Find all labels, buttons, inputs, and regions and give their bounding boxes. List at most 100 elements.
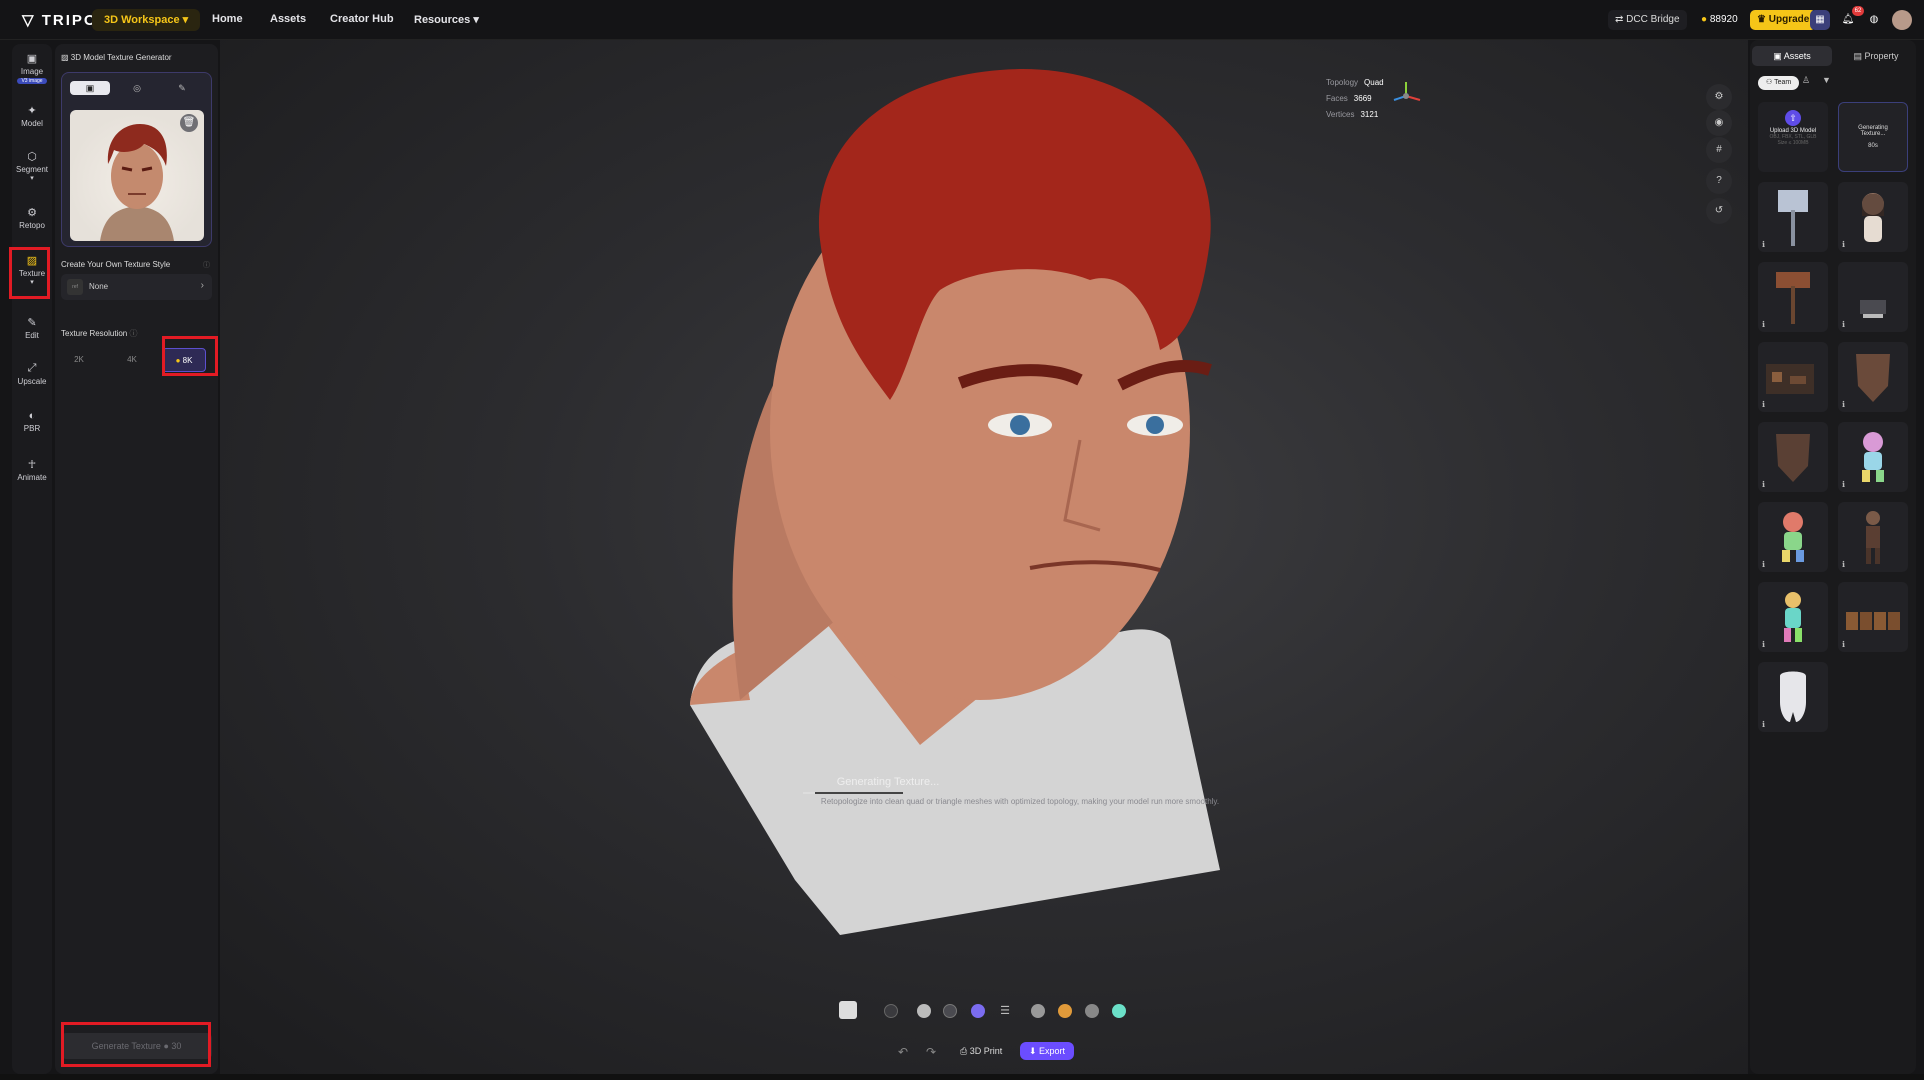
info-icon[interactable]: ℹ xyxy=(1762,480,1765,489)
draw-input-tab[interactable]: ✎ xyxy=(162,81,202,95)
asset-thumb-tooth[interactable]: ℹ xyxy=(1758,662,1828,732)
nav-assets[interactable]: Assets xyxy=(270,13,306,25)
info-icon[interactable]: ℹ xyxy=(1842,480,1845,489)
image-icon: ▣ xyxy=(26,53,38,65)
asset-thumb-toy-bear[interactable]: ℹ xyxy=(1838,422,1908,492)
tool-upscale[interactable]: ⤢ Upscale xyxy=(14,362,50,386)
tool-image-badge: V3 image xyxy=(17,78,47,84)
light-icon[interactable] xyxy=(1058,1004,1072,1018)
asset-thumb-barrels[interactable]: ℹ xyxy=(1838,582,1908,652)
team-filter[interactable]: ⚇ Team xyxy=(1758,76,1800,90)
tool-model[interactable]: ✦ Model xyxy=(14,104,50,128)
info-icon[interactable]: ℹ xyxy=(1842,640,1845,649)
color-icon[interactable] xyxy=(1112,1004,1126,1018)
settings-icon[interactable]: ⚙ xyxy=(1706,84,1732,110)
filter-icon[interactable]: ▼ xyxy=(1822,75,1831,85)
info-icon[interactable]: ℹ xyxy=(1842,240,1845,249)
vertices-stat: Vertices 3121 xyxy=(1326,110,1378,119)
asset-thumb-girl[interactable]: ℹ xyxy=(1838,182,1908,252)
export-button[interactable]: ⬇ Export xyxy=(1020,1042,1074,1060)
grid-icon[interactable]: # xyxy=(1706,137,1732,163)
tool-segment[interactable]: ⬡ Segment ▾ xyxy=(14,150,50,182)
nav-home[interactable]: Home xyxy=(212,13,243,25)
person-icon[interactable]: ♙ xyxy=(1802,75,1810,86)
upload-model-card[interactable]: ⇧ Upload 3D Model OBJ, FBX, STL, GLB Siz… xyxy=(1758,102,1828,172)
model-preview[interactable] xyxy=(220,40,1748,1074)
asset-thumb-axe[interactable]: ℹ xyxy=(1758,262,1828,332)
matcap-icon[interactable] xyxy=(1031,1004,1045,1018)
topology-value: Quad xyxy=(1364,78,1384,87)
asset-thumb-toy-3[interactable]: ℹ xyxy=(1758,582,1828,652)
face-thumb-icon[interactable] xyxy=(839,1001,857,1019)
3d-print-label: 3D Print xyxy=(969,1046,1003,1056)
upload-icon: ⇧ xyxy=(1785,110,1801,126)
info-icon[interactable]: ℹ xyxy=(1762,720,1765,729)
normal-icon[interactable] xyxy=(971,1004,985,1018)
resolution-4k[interactable]: 4K xyxy=(110,348,154,372)
asset-thumb-warrior[interactable]: ℹ xyxy=(1838,502,1908,572)
info-icon[interactable]: ℹ xyxy=(1842,320,1845,329)
tool-animate[interactable]: ☥ Animate xyxy=(14,458,50,482)
upgrade-label: Upgrade xyxy=(1768,14,1810,25)
history-icon[interactable]: ↺ xyxy=(1706,198,1732,224)
tripo-logo[interactable]: ▽ TRIPO xyxy=(22,11,98,29)
dcc-bridge-button[interactable]: ⇄ DCC Bridge xyxy=(1608,10,1687,30)
model-input-tab[interactable]: ◎ xyxy=(117,81,157,95)
info-icon[interactable]: ℹ xyxy=(1842,400,1845,409)
nav-resources[interactable]: Resources ▾ xyxy=(414,13,479,26)
tool-rail: ▣ Image V3 image ✦ Model ⬡ Segment ▾ ⚙ Retopo … xyxy=(12,44,52,1074)
vertices-label: Vertices xyxy=(1326,110,1355,119)
asset-thumb-scene[interactable]: ℹ xyxy=(1838,262,1908,332)
mesh-icon: ⚙ xyxy=(27,207,37,219)
tool-image[interactable]: ▣ Image V3 image xyxy=(14,52,50,84)
upgrade-button[interactable]: ♛ Upgrade xyxy=(1750,10,1817,30)
info-icon[interactable]: ℹ xyxy=(1762,240,1765,249)
nav-creator-hub[interactable]: Creator Hub xyxy=(330,13,394,25)
avatar[interactable] xyxy=(1892,10,1912,30)
asset-thumb-hammer[interactable]: ℹ xyxy=(1758,182,1828,252)
info-icon[interactable]: ℹ xyxy=(1762,560,1765,569)
tab-assets[interactable]: ▣ Assets xyxy=(1752,46,1832,66)
crown-icon: ♛ xyxy=(1757,14,1766,25)
trash-icon[interactable]: 🗑︎ xyxy=(180,114,198,132)
tool-retopo[interactable]: ⚙ Retopo xyxy=(14,206,50,230)
tab-property[interactable]: ▤ Property xyxy=(1836,46,1916,66)
asset-thumb-shield-2[interactable]: ℹ xyxy=(1758,422,1828,492)
camera-icon[interactable]: ◉ xyxy=(1706,110,1732,136)
axis-gizmo-icon[interactable] xyxy=(1388,78,1424,114)
info-icon[interactable]: ⓘ xyxy=(130,329,138,338)
shaded-icon[interactable] xyxy=(943,1004,957,1018)
credits-display[interactable]: ● 88920 xyxy=(1694,10,1745,30)
workspace-dropdown[interactable]: 3D Workspace ▾ xyxy=(92,9,201,31)
gift-icon[interactable]: ▦ xyxy=(1810,10,1830,30)
style-selector[interactable]: ref None › xyxy=(61,274,212,300)
info-icon[interactable]: ℹ xyxy=(1762,640,1765,649)
3d-print-button[interactable]: ⎙ 3D Print xyxy=(960,1046,1002,1057)
tool-edit[interactable]: ✎ Edit xyxy=(14,316,50,340)
asset-thumb-shield[interactable]: ℹ xyxy=(1838,342,1908,412)
info-icon[interactable]: ⓘ xyxy=(203,260,210,270)
info-icon[interactable]: ℹ xyxy=(1762,320,1765,329)
asset-thumb-workshop[interactable]: ℹ xyxy=(1758,342,1828,412)
asset-thumb-toy-2[interactable]: ℹ xyxy=(1758,502,1828,572)
image-input-tab[interactable]: ▣ xyxy=(70,81,110,95)
tool-retopo-label: Retopo xyxy=(19,221,45,230)
tool-segment-label: Segment xyxy=(15,165,49,174)
redo-icon[interactable]: ↷ xyxy=(926,1045,936,1059)
help-icon[interactable]: ? xyxy=(1706,168,1732,194)
reference-image: 🗑︎ xyxy=(70,110,204,241)
globe-icon[interactable]: ◍ xyxy=(1864,10,1884,30)
list-icon[interactable]: ☰ xyxy=(998,1004,1012,1018)
resolution-2k[interactable]: 2K xyxy=(57,348,101,372)
wireframe-icon[interactable] xyxy=(884,1004,898,1018)
info-icon[interactable]: ℹ xyxy=(1762,400,1765,409)
undo-icon[interactable]: ↶ xyxy=(898,1045,908,1059)
info-icon[interactable]: ℹ xyxy=(1842,560,1845,569)
tool-image-label: Image xyxy=(20,67,44,76)
tool-pbr[interactable]: ◐ PBR xyxy=(14,410,50,433)
3d-viewport[interactable]: Topology Quad Faces 3669 Vertices 3121 Gene… xyxy=(220,40,1748,1074)
env-icon[interactable] xyxy=(1085,1004,1099,1018)
tool-animate-label: Animate xyxy=(17,473,47,482)
generating-card[interactable]: Generating Texture... 80s xyxy=(1838,102,1908,172)
solid-icon[interactable] xyxy=(917,1004,931,1018)
